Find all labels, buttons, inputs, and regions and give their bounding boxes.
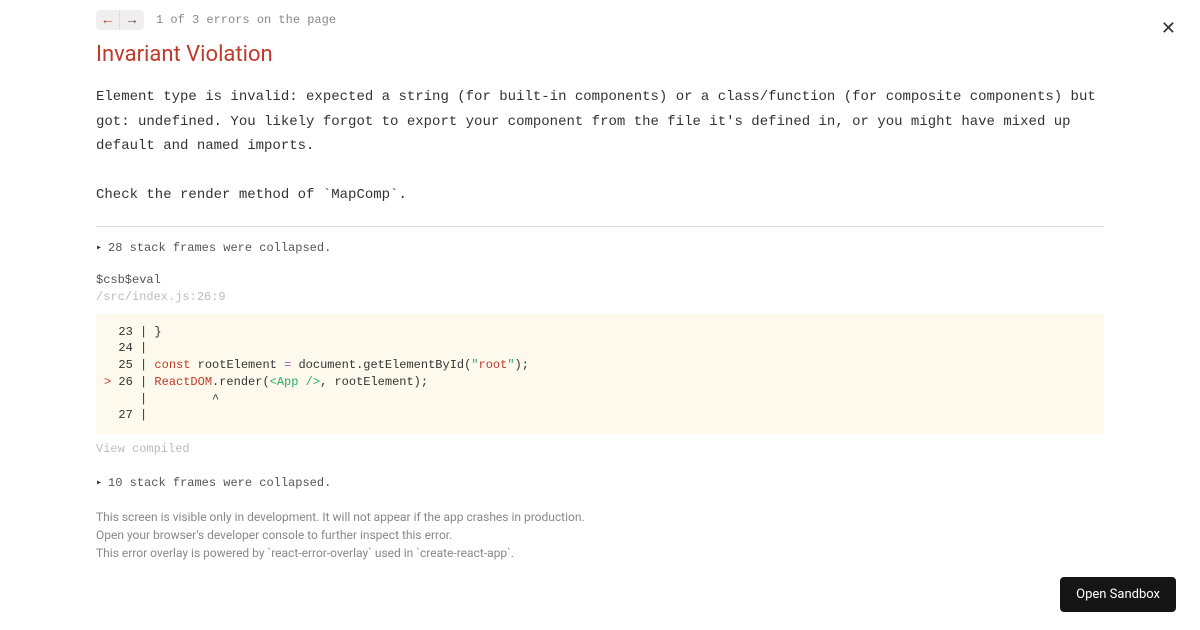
open-sandbox-button[interactable]: Open Sandbox <box>1060 577 1176 612</box>
error-title: Invariant Violation <box>96 42 1104 67</box>
close-icon: ✕ <box>1161 18 1176 39</box>
footer-text: This screen is visible only in developme… <box>96 508 1104 562</box>
footer-line-2: Open your browser's developer console to… <box>96 526 1104 544</box>
collapsed-frames-1[interactable]: ▸ 28 stack frames were collapsed. <box>96 241 1104 255</box>
error-overlay: ← → 1 of 3 errors on the page Invariant … <box>0 0 1200 582</box>
footer-line-3: This error overlay is powered by `react-… <box>96 544 1104 562</box>
close-button[interactable]: ✕ <box>1161 18 1176 39</box>
frame-function-name: $csb$eval <box>96 273 1104 287</box>
header-row: ← → 1 of 3 errors on the page <box>96 10 1104 30</box>
prev-error-button[interactable]: ← <box>96 10 120 30</box>
view-compiled-link[interactable]: View compiled <box>96 442 1104 456</box>
disclosure-icon: ▸ <box>96 477 102 489</box>
collapsed-frames-label: 28 stack frames were collapsed. <box>108 241 331 255</box>
frame-location[interactable]: /src/index.js:26:9 <box>96 290 1104 304</box>
divider <box>96 226 1104 227</box>
footer-line-1: This screen is visible only in developme… <box>96 508 1104 526</box>
error-nav: ← → <box>96 10 144 30</box>
disclosure-icon: ▸ <box>96 242 102 254</box>
error-message: Element type is invalid: expected a stri… <box>96 85 1104 208</box>
code-snippet: 23 | } 24 | 25 | const rootElement = doc… <box>96 314 1104 435</box>
error-counter: 1 of 3 errors on the page <box>156 13 336 27</box>
collapsed-frames-2[interactable]: ▸ 10 stack frames were collapsed. <box>96 476 1104 490</box>
collapsed-frames-label: 10 stack frames were collapsed. <box>108 476 331 490</box>
next-error-button[interactable]: → <box>120 10 144 30</box>
